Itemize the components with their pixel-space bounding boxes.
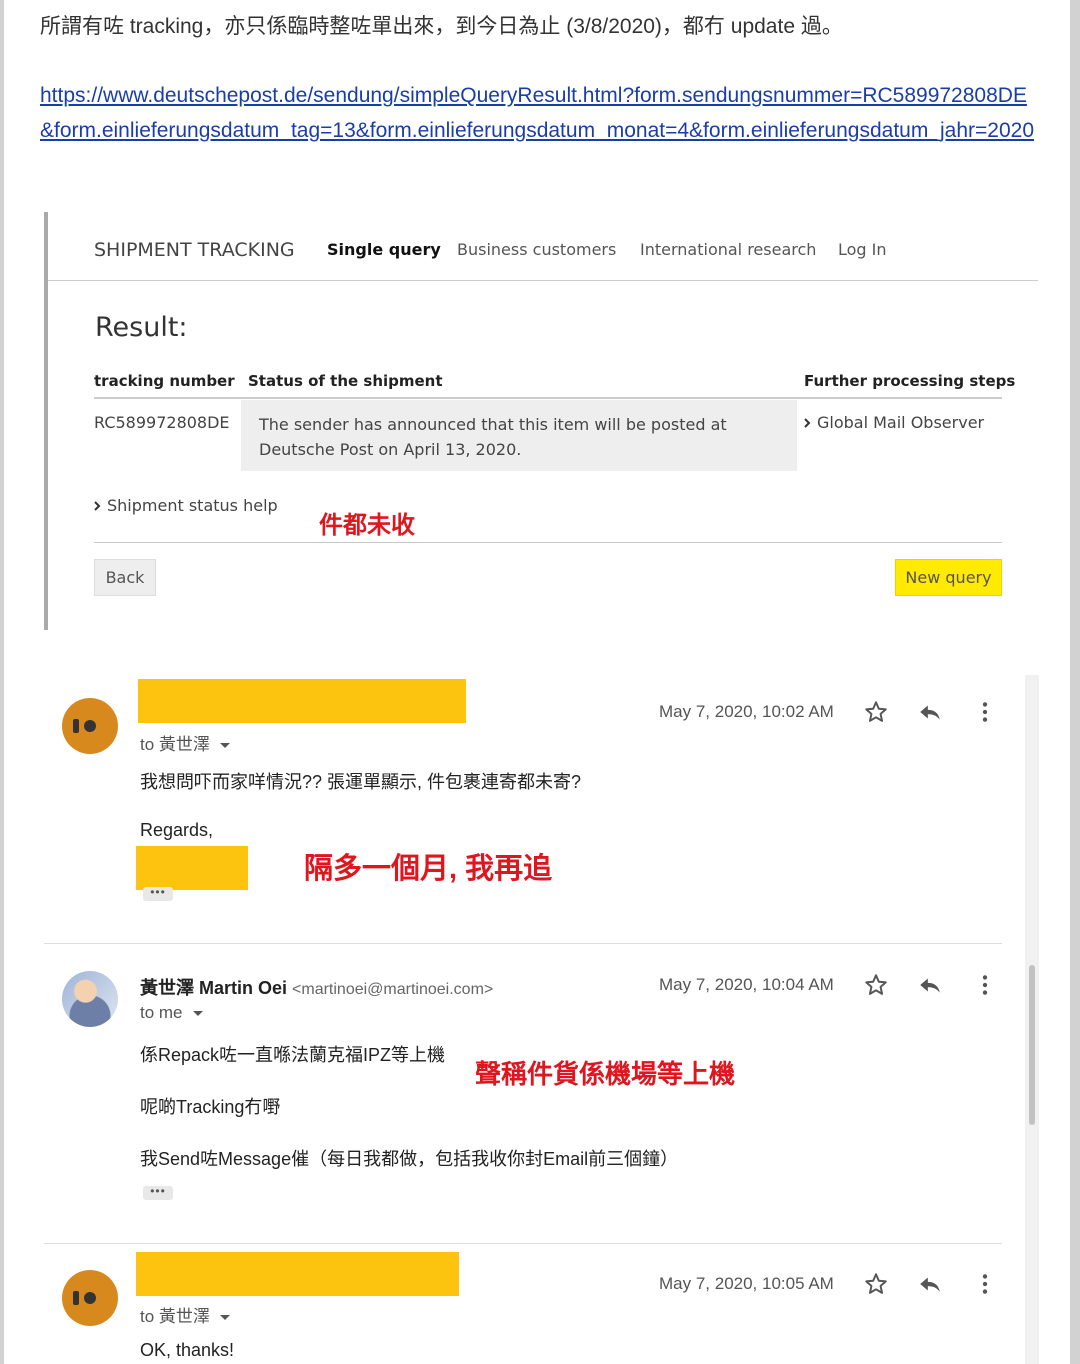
avatar xyxy=(62,971,118,1027)
star-icon[interactable] xyxy=(863,699,889,725)
header-further-steps: Further processing steps xyxy=(804,372,1016,390)
recipient-label: to 黃世澤 xyxy=(140,1307,210,1326)
reply-icon[interactable] xyxy=(917,972,943,998)
sender-name: 黃世澤 Martin Oei xyxy=(140,978,288,998)
annotation-not-received: 件都未收 xyxy=(319,511,415,539)
avatar xyxy=(62,1270,118,1326)
redacted-sender xyxy=(138,679,466,723)
tracking-number-value: RC589972808DE xyxy=(94,413,230,432)
nav-log-in[interactable]: Log In xyxy=(838,240,887,259)
tracking-nav: SHIPMENT TRACKING Single query Business … xyxy=(48,212,1038,281)
annotation-airport-claim: 聲稱件貨係機場等上機 xyxy=(475,1059,736,1089)
recipient-dropdown[interactable]: to 黃世澤 xyxy=(140,1302,230,1327)
recipient-label: to 黃世澤 xyxy=(140,735,210,754)
further-steps-link[interactable]: Global Mail Observer xyxy=(804,413,984,432)
email-date: May 7, 2020, 10:04 AM xyxy=(659,975,834,994)
annotation-follow-up: 隔多一個月, 我再追 xyxy=(304,853,553,885)
show-trimmed-content-button[interactable]: ••• xyxy=(143,1185,173,1200)
header-tracking-number: tracking number xyxy=(94,372,235,390)
intro-text: 所謂有咗 tracking，亦只係臨時整咗單出來，到今日為止 (3/8/2020… xyxy=(40,15,843,38)
nav-business-customers[interactable]: Business customers xyxy=(457,240,616,259)
sender-email: <martinoei@martinoei.com> xyxy=(292,981,494,998)
redacted-sender xyxy=(136,1252,459,1296)
redacted-signature xyxy=(136,846,248,890)
email-divider xyxy=(44,1243,1002,1244)
email-date: May 7, 2020, 10:02 AM xyxy=(659,702,834,721)
nav-single-query[interactable]: Single query xyxy=(327,240,441,259)
more-options-icon[interactable] xyxy=(972,699,998,725)
document-page: 所謂有咗 tracking，亦只係臨時整咗單出來，到今日為止 (3/8/2020… xyxy=(4,0,1070,1364)
reply-icon[interactable] xyxy=(917,699,943,725)
status-help-link[interactable]: Shipment status help xyxy=(94,496,278,515)
tracking-panel: SHIPMENT TRACKING Single query Business … xyxy=(44,212,1038,630)
email-body-line: 我想問吓而家咩情況?? 張運單顯示, 件包裹連寄都未寄? xyxy=(140,772,582,792)
email-divider xyxy=(44,943,1002,944)
more-options-icon[interactable] xyxy=(972,1271,998,1297)
new-query-button[interactable]: New query xyxy=(895,559,1002,596)
show-trimmed-content-button[interactable]: ••• xyxy=(143,886,173,901)
recipient-dropdown[interactable]: to me xyxy=(140,1003,203,1023)
mail-scrollbar-thumb[interactable] xyxy=(1029,965,1035,1125)
further-steps-label: Global Mail Observer xyxy=(817,413,985,432)
status-value: The sender has announced that this item … xyxy=(241,400,797,471)
sender-line: 黃世澤 Martin Oei <martinoei@martinoei.com> xyxy=(140,974,493,1000)
caret-down-icon xyxy=(219,1315,230,1321)
reply-icon[interactable] xyxy=(917,1271,943,1297)
star-icon[interactable] xyxy=(863,1271,889,1297)
email-body-line: OK, thanks! xyxy=(140,1340,235,1360)
panel-divider xyxy=(94,542,1002,543)
email-date: May 7, 2020, 10:05 AM xyxy=(659,1274,834,1293)
header-status: Status of the shipment xyxy=(248,372,443,390)
email-body-line: 我Send咗Message催（每日我都做，包括我收你封Email前三個鐘） xyxy=(140,1149,679,1169)
back-button[interactable]: Back xyxy=(94,559,156,596)
status-help-label: Shipment status help xyxy=(107,496,278,515)
caret-down-icon xyxy=(192,1011,203,1017)
caret-down-icon xyxy=(219,743,230,749)
result-title: Result: xyxy=(95,312,188,343)
email-signoff: Regards, xyxy=(140,820,214,840)
tracking-link[interactable]: https://www.deutschepost.de/sendung/simp… xyxy=(40,78,1040,148)
email-body-line: 係Repack咗一直喺法蘭克福IPZ等上機 xyxy=(140,1045,446,1065)
header-divider xyxy=(94,397,1002,399)
nav-brand: SHIPMENT TRACKING xyxy=(94,239,295,261)
more-options-icon[interactable] xyxy=(972,972,998,998)
star-icon[interactable] xyxy=(863,972,889,998)
nav-international-research[interactable]: International research xyxy=(640,240,816,259)
recipient-dropdown[interactable]: to 黃世澤 xyxy=(140,730,230,755)
recipient-label: to me xyxy=(140,1003,183,1022)
email-body-line: 呢啲Tracking冇嘢 xyxy=(140,1097,281,1117)
chevron-right-icon xyxy=(804,418,811,428)
chevron-right-icon xyxy=(94,501,101,511)
avatar xyxy=(62,698,118,754)
